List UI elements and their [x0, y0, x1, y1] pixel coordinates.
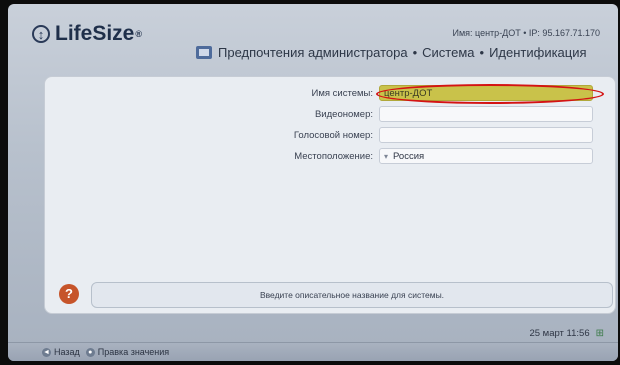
ok-button-icon: ● — [85, 347, 95, 357]
form-row-voice-number: Голосовой номер: — [45, 127, 615, 145]
logo-registered-mark: ® — [135, 29, 142, 39]
red-highlight-ring — [376, 84, 604, 104]
system-name-label: Имя системы: — [311, 88, 373, 99]
back-button-icon: ◄ — [42, 347, 51, 357]
datetime: 25 март 11:56 — [529, 328, 590, 339]
lifesize-screen: ↕ LifeSize ® Имя: центр-ДОТ • IP: 95.167… — [8, 4, 618, 361]
select-arrow-icon: ▾ — [384, 152, 389, 161]
top-bar: ↕ LifeSize ® Имя: центр-ДОТ • IP: 95.167… — [8, 4, 618, 60]
settings-panel: Имя системы: центр-ДОТ Видеономер: Голос… — [44, 76, 616, 314]
breadcrumb-separator: • — [412, 45, 418, 60]
lifesize-logo-icon: ↕ — [32, 25, 50, 43]
location-value: Россия — [393, 151, 425, 162]
breadcrumb-item-system[interactable]: Система — [422, 45, 474, 60]
help-box: Введите описательное название для систем… — [91, 282, 613, 308]
video-number-label: Видеономер: — [314, 109, 373, 120]
help-icon[interactable]: ? — [59, 284, 79, 304]
back-hint[interactable]: ◄ Назад — [42, 347, 80, 357]
help-text: Введите описательное название для систем… — [259, 290, 445, 300]
location-select[interactable]: ▾ Россия — [379, 148, 593, 164]
admin-prefs-icon — [196, 46, 212, 59]
voice-number-field[interactable] — [379, 127, 593, 143]
form-row-video-number: Видеономер: — [45, 106, 615, 124]
network-icon: ⊞ — [595, 328, 604, 339]
system-info: Имя: центр-ДОТ • IP: 95.167.71.170 — [452, 28, 601, 38]
footer-bar: ◄ Назад ● Правка значения — [8, 342, 618, 361]
edit-value-hint[interactable]: ● Правка значения — [85, 347, 170, 357]
breadcrumb-item-admin-prefs[interactable]: Предпочтения администратора — [218, 45, 408, 60]
logo-text: LifeSize — [55, 22, 135, 45]
footer-hints: ◄ Назад ● Правка значения — [42, 347, 175, 357]
video-number-field[interactable] — [379, 106, 593, 122]
status-clock: 25 март 11:56 ⊞ — [529, 328, 604, 339]
help-area: ? Введите описательное название для сист… — [59, 282, 613, 308]
form-row-location: Местоположение: ▾ Россия — [45, 148, 615, 166]
back-label: Назад — [54, 347, 80, 357]
breadcrumb-item-identification: Идентификация — [489, 45, 587, 60]
location-label: Местоположение: — [294, 151, 373, 162]
voice-number-label: Голосовой номер: — [293, 130, 373, 141]
edit-value-label: Правка значения — [97, 347, 170, 357]
lifesize-logo: ↕ LifeSize ® — [32, 22, 142, 46]
breadcrumb-separator: • — [479, 45, 485, 60]
breadcrumb: Предпочтения администратора • Система • … — [196, 45, 587, 60]
